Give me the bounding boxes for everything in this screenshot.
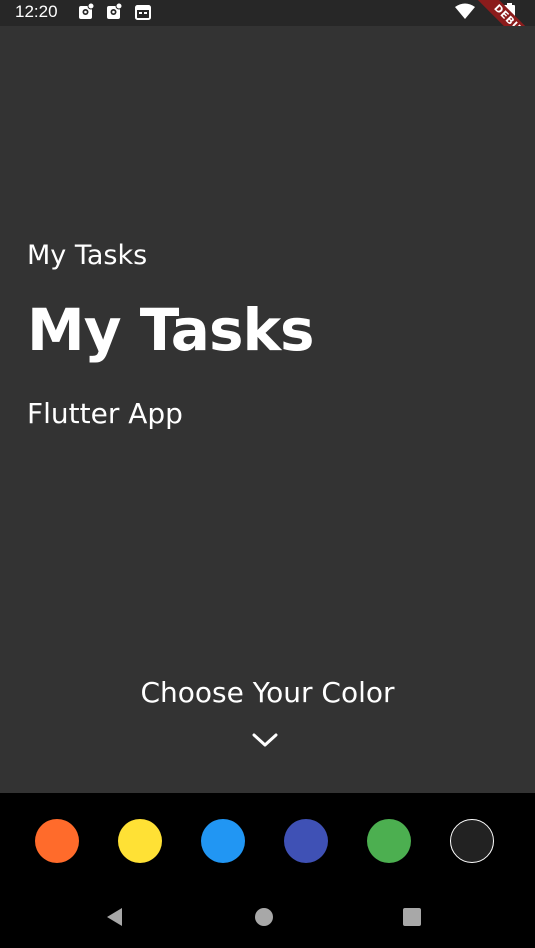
location-notification-icon	[79, 3, 94, 19]
back-icon[interactable]	[105, 907, 125, 927]
color-swatch-blue[interactable]	[201, 819, 245, 863]
chevron-down-icon[interactable]	[252, 732, 278, 748]
status-bar: 12:20 DEBUG	[0, 0, 535, 66]
main-content: My Tasks My Tasks Flutter App Choose You…	[0, 26, 535, 793]
color-swatch-dark[interactable]	[450, 819, 494, 863]
home-icon[interactable]	[254, 907, 274, 927]
color-swatch-yellow[interactable]	[118, 819, 162, 863]
recents-icon[interactable]	[402, 907, 422, 927]
calendar-icon	[135, 5, 151, 20]
heading-small: My Tasks	[27, 240, 148, 271]
app-name: Flutter App	[27, 397, 183, 430]
color-swatch-green[interactable]	[367, 819, 411, 863]
status-time: 12:20	[15, 2, 58, 21]
choose-color-label: Choose Your Color	[140, 676, 395, 709]
heading-large: My Tasks	[27, 296, 315, 364]
color-picker-bar	[0, 793, 535, 885]
color-swatch-orange[interactable]	[35, 819, 79, 863]
navigation-bar	[0, 885, 535, 948]
color-swatch-indigo[interactable]	[284, 819, 328, 863]
location-notification-icon	[107, 3, 122, 19]
